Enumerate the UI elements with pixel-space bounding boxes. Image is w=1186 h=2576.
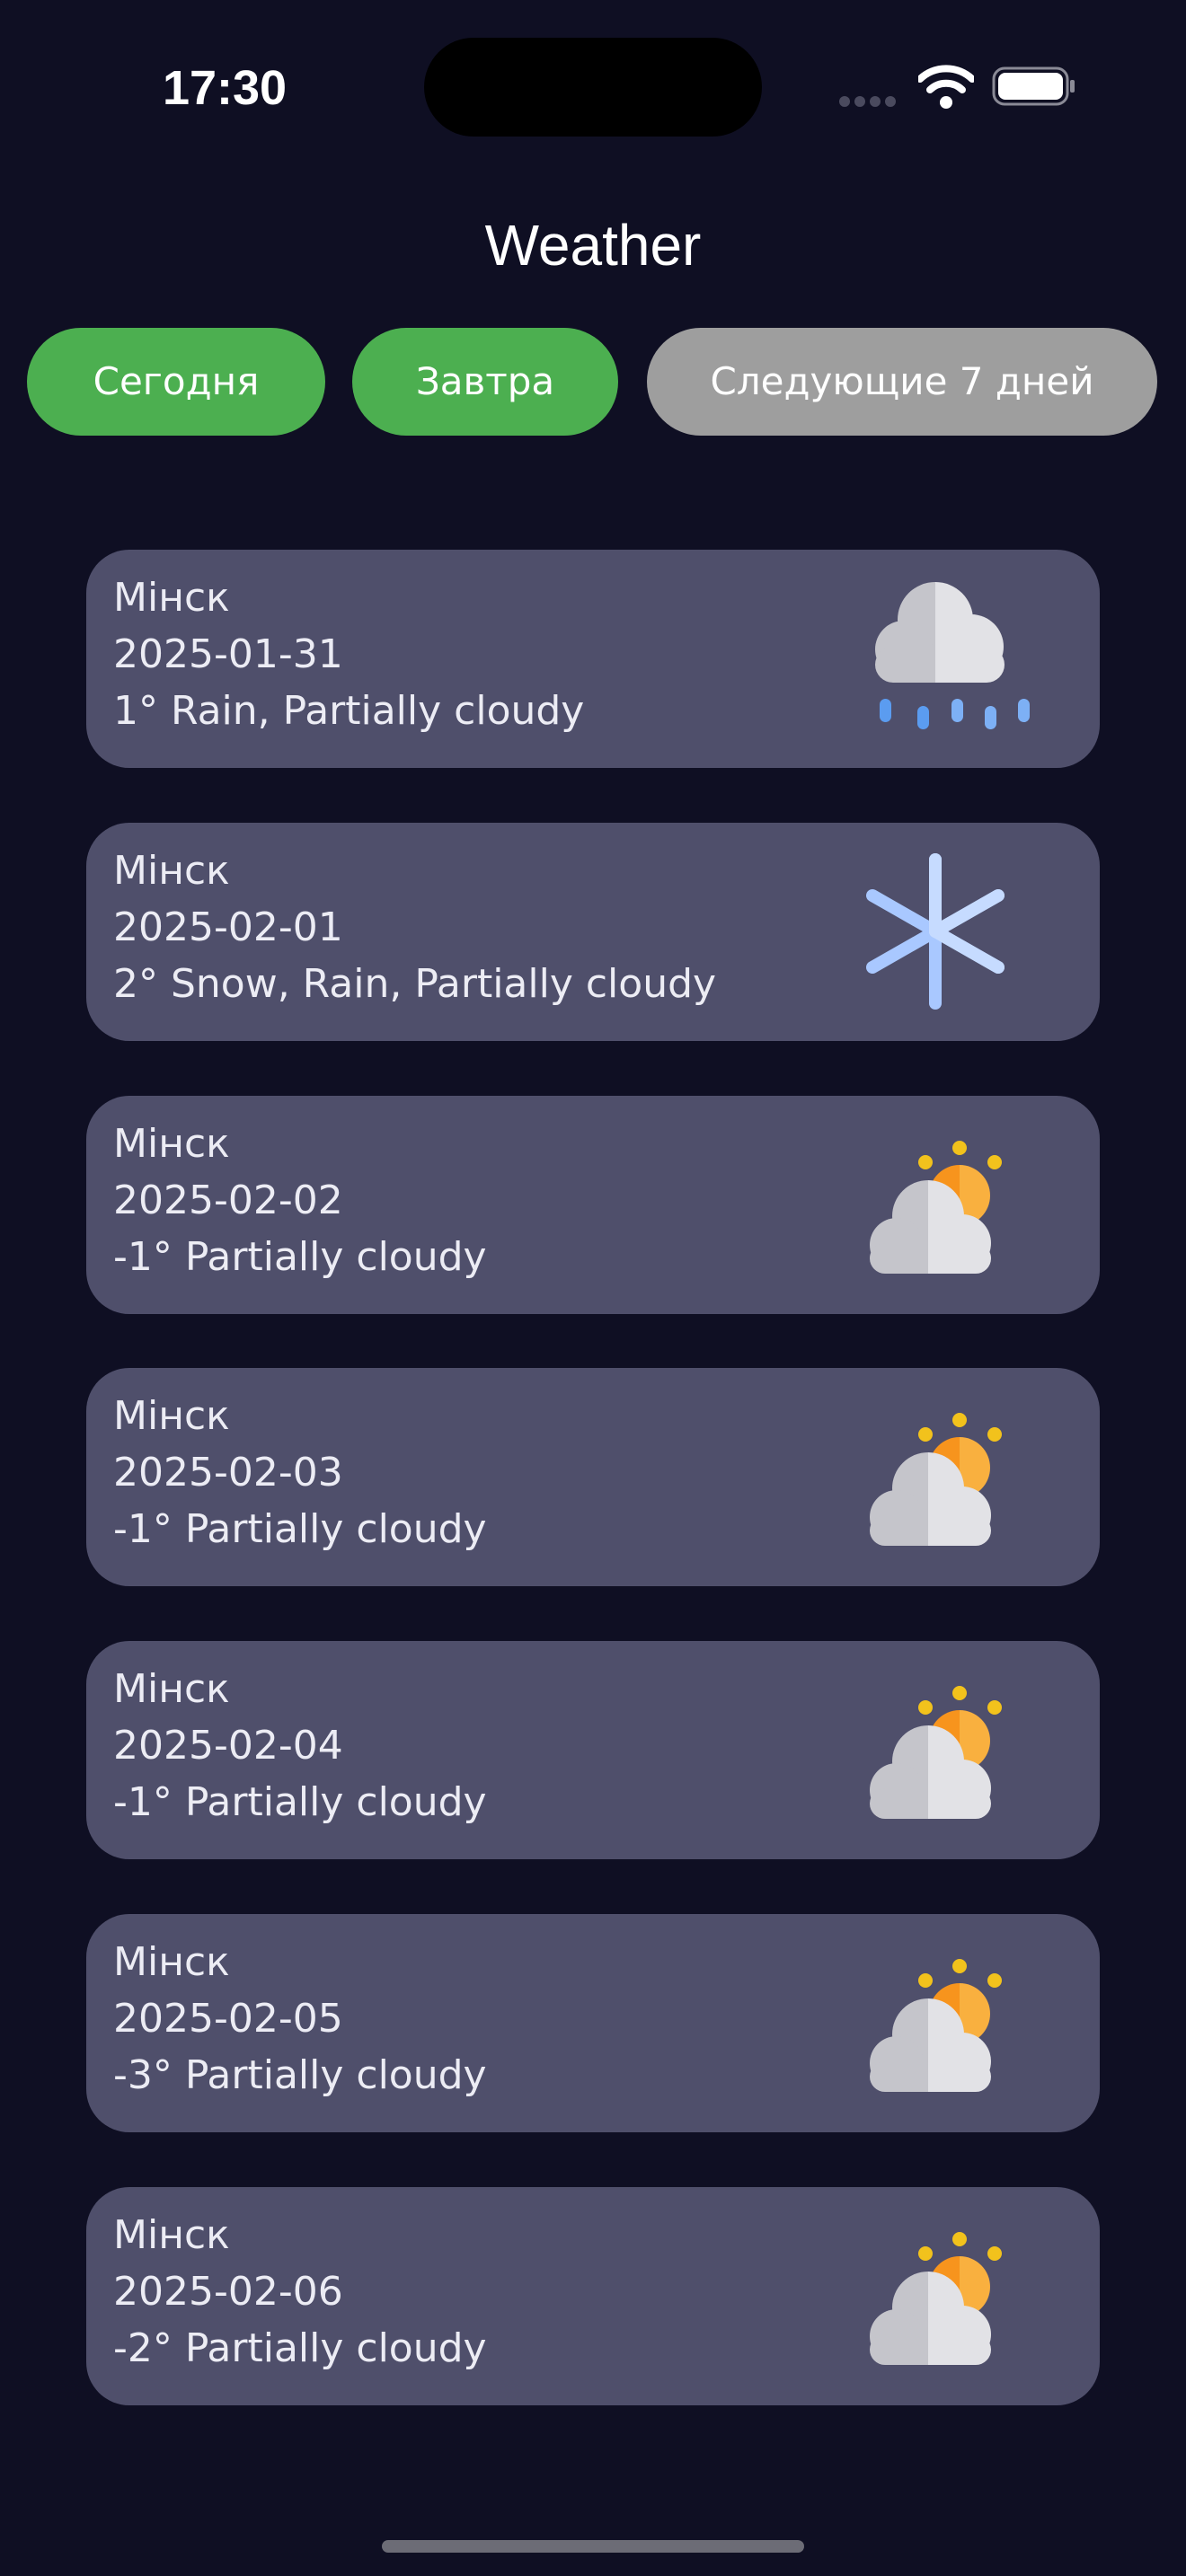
cellular-signal-icon	[839, 93, 900, 110]
forecast-summary: -1° Partially cloudy	[113, 1506, 487, 1552]
forecast-card[interactable]: Мінск 2025-02-01 2° Snow, Rain, Partiall…	[86, 823, 1100, 1041]
page-title: Weather	[484, 213, 702, 278]
forecast-city: Мінск	[113, 575, 230, 621]
partly-cloudy-icon	[870, 1686, 1002, 1819]
forecast-city: Мінск	[113, 1121, 230, 1167]
forecast-date: 2025-01-31	[113, 631, 343, 677]
partly-cloudy-icon	[870, 1141, 1002, 1274]
forecast-summary: -1° Partially cloudy	[113, 1234, 487, 1280]
snowflake-icon	[866, 853, 1005, 1010]
partly-cloudy-icon	[870, 2232, 1002, 2365]
forecast-card[interactable]: Мінск 2025-02-03 -1° Partially cloudy	[86, 1368, 1100, 1586]
forecast-date: 2025-02-03	[113, 1450, 343, 1495]
forecast-city: Мінск	[113, 1393, 230, 1439]
status-time: 17:30	[162, 61, 288, 115]
tab-today[interactable]: Сегодня	[27, 328, 325, 436]
forecast-city: Мінск	[113, 848, 230, 894]
home-indicator[interactable]	[382, 2540, 804, 2553]
forecast-city: Мінск	[113, 2212, 230, 2258]
forecast-card[interactable]: Мінск 2025-02-02 -1° Partially cloudy	[86, 1096, 1100, 1314]
forecast-summary: 1° Rain, Partially cloudy	[113, 688, 585, 734]
forecast-city: Мінск	[113, 1666, 230, 1712]
forecast-date: 2025-02-05	[113, 1996, 343, 2042]
partly-cloudy-icon	[870, 1413, 1002, 1546]
tab-tomorrow[interactable]: Завтра	[352, 328, 618, 436]
forecast-card[interactable]: Мінск 2025-02-05 -3° Partially cloudy	[86, 1914, 1100, 2132]
wifi-icon	[918, 65, 974, 109]
forecast-city: Мінск	[113, 1939, 230, 1985]
forecast-date: 2025-02-01	[113, 904, 343, 950]
forecast-card[interactable]: Мінск 2025-02-04 -1° Partially cloudy	[86, 1641, 1100, 1859]
forecast-summary: -3° Partially cloudy	[113, 2052, 487, 2098]
forecast-date: 2025-02-02	[113, 1178, 343, 1223]
forecast-summary: 2° Snow, Rain, Partially cloudy	[113, 961, 717, 1007]
status-bar: 17:30	[0, 0, 1186, 171]
forecast-date: 2025-02-04	[113, 1723, 343, 1769]
rain-cloud-icon	[875, 582, 1030, 729]
dynamic-island	[424, 38, 762, 137]
forecast-summary: -1° Partially cloudy	[113, 1779, 487, 1825]
forecast-date: 2025-02-06	[113, 2269, 343, 2315]
forecast-card[interactable]: Мінск 2025-02-06 -2° Partially cloudy	[86, 2187, 1100, 2405]
forecast-card[interactable]: Мінск 2025-01-31 1° Rain, Partially clou…	[86, 550, 1100, 768]
tab-next-7-days[interactable]: Следующие 7 дней	[647, 328, 1157, 436]
forecast-summary: -2° Partially cloudy	[113, 2325, 487, 2371]
partly-cloudy-icon	[870, 1959, 1002, 2092]
battery-icon	[992, 66, 1075, 106]
